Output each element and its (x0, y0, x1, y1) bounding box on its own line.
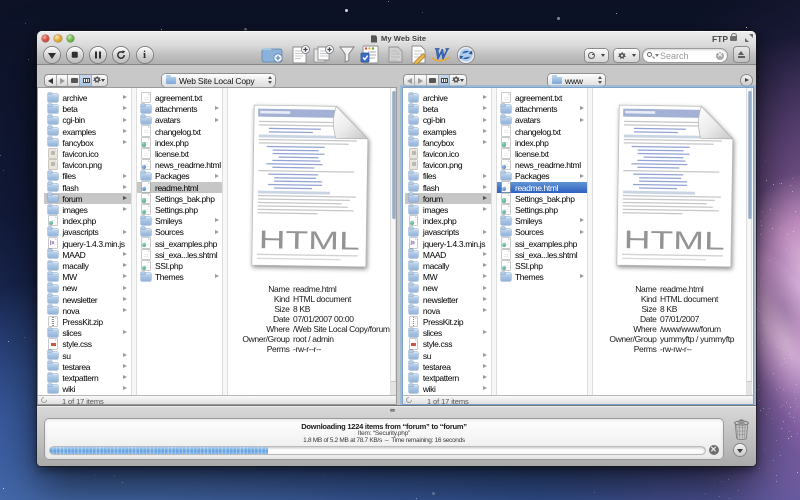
svg-text:HTML: HTML (623, 226, 724, 256)
svg-text:HTML: HTML (258, 226, 359, 256)
